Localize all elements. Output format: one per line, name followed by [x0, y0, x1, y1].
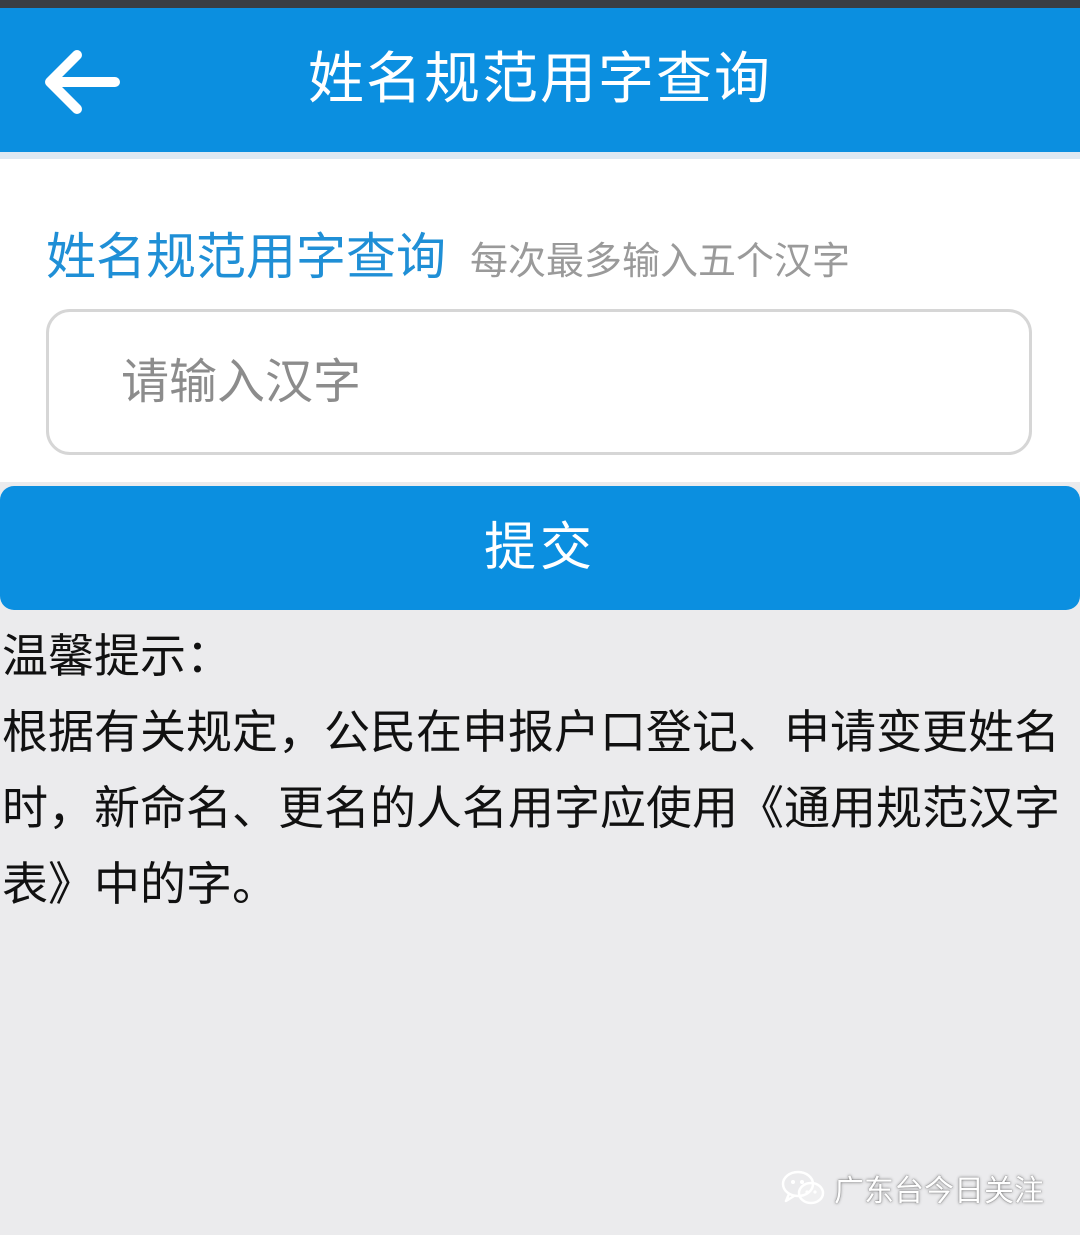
- header-divider: [0, 152, 1080, 159]
- status-bar-edge: [0, 0, 1080, 8]
- watermark: 广东台今日关注: [780, 1166, 1044, 1210]
- hanzi-input-box[interactable]: [46, 309, 1032, 455]
- watermark-text: 广东台今日关注: [834, 1174, 1044, 1209]
- form-title: 姓名规范用字查询: [46, 228, 446, 286]
- notice-body: 根据有关规定，公民在申报户口登记、申请变更姓名时，新命名、更名的人名用字应使用《…: [2, 705, 1060, 911]
- submit-button[interactable]: 提交: [0, 486, 1080, 610]
- notice-title: 温馨提示：: [2, 629, 232, 683]
- page-title: 姓名规范用字查询: [308, 47, 772, 112]
- form-hint: 每次最多输入五个汉字: [470, 239, 851, 283]
- back-button[interactable]: [38, 46, 124, 118]
- arrow-left-icon: [45, 50, 120, 114]
- wechat-icon: [781, 1170, 825, 1205]
- app-header: 姓名规范用字查询: [0, 8, 1080, 152]
- hanzi-input[interactable]: [121, 312, 1001, 452]
- query-form: 姓名规范用字查询 每次最多输入五个汉字: [0, 159, 1080, 482]
- form-heading: 姓名规范用字查询 每次最多输入五个汉字: [46, 217, 850, 289]
- notice: 温馨提示： 根据有关规定，公民在申报户口登记、申请变更姓名时，新命名、更名的人名…: [2, 618, 1062, 922]
